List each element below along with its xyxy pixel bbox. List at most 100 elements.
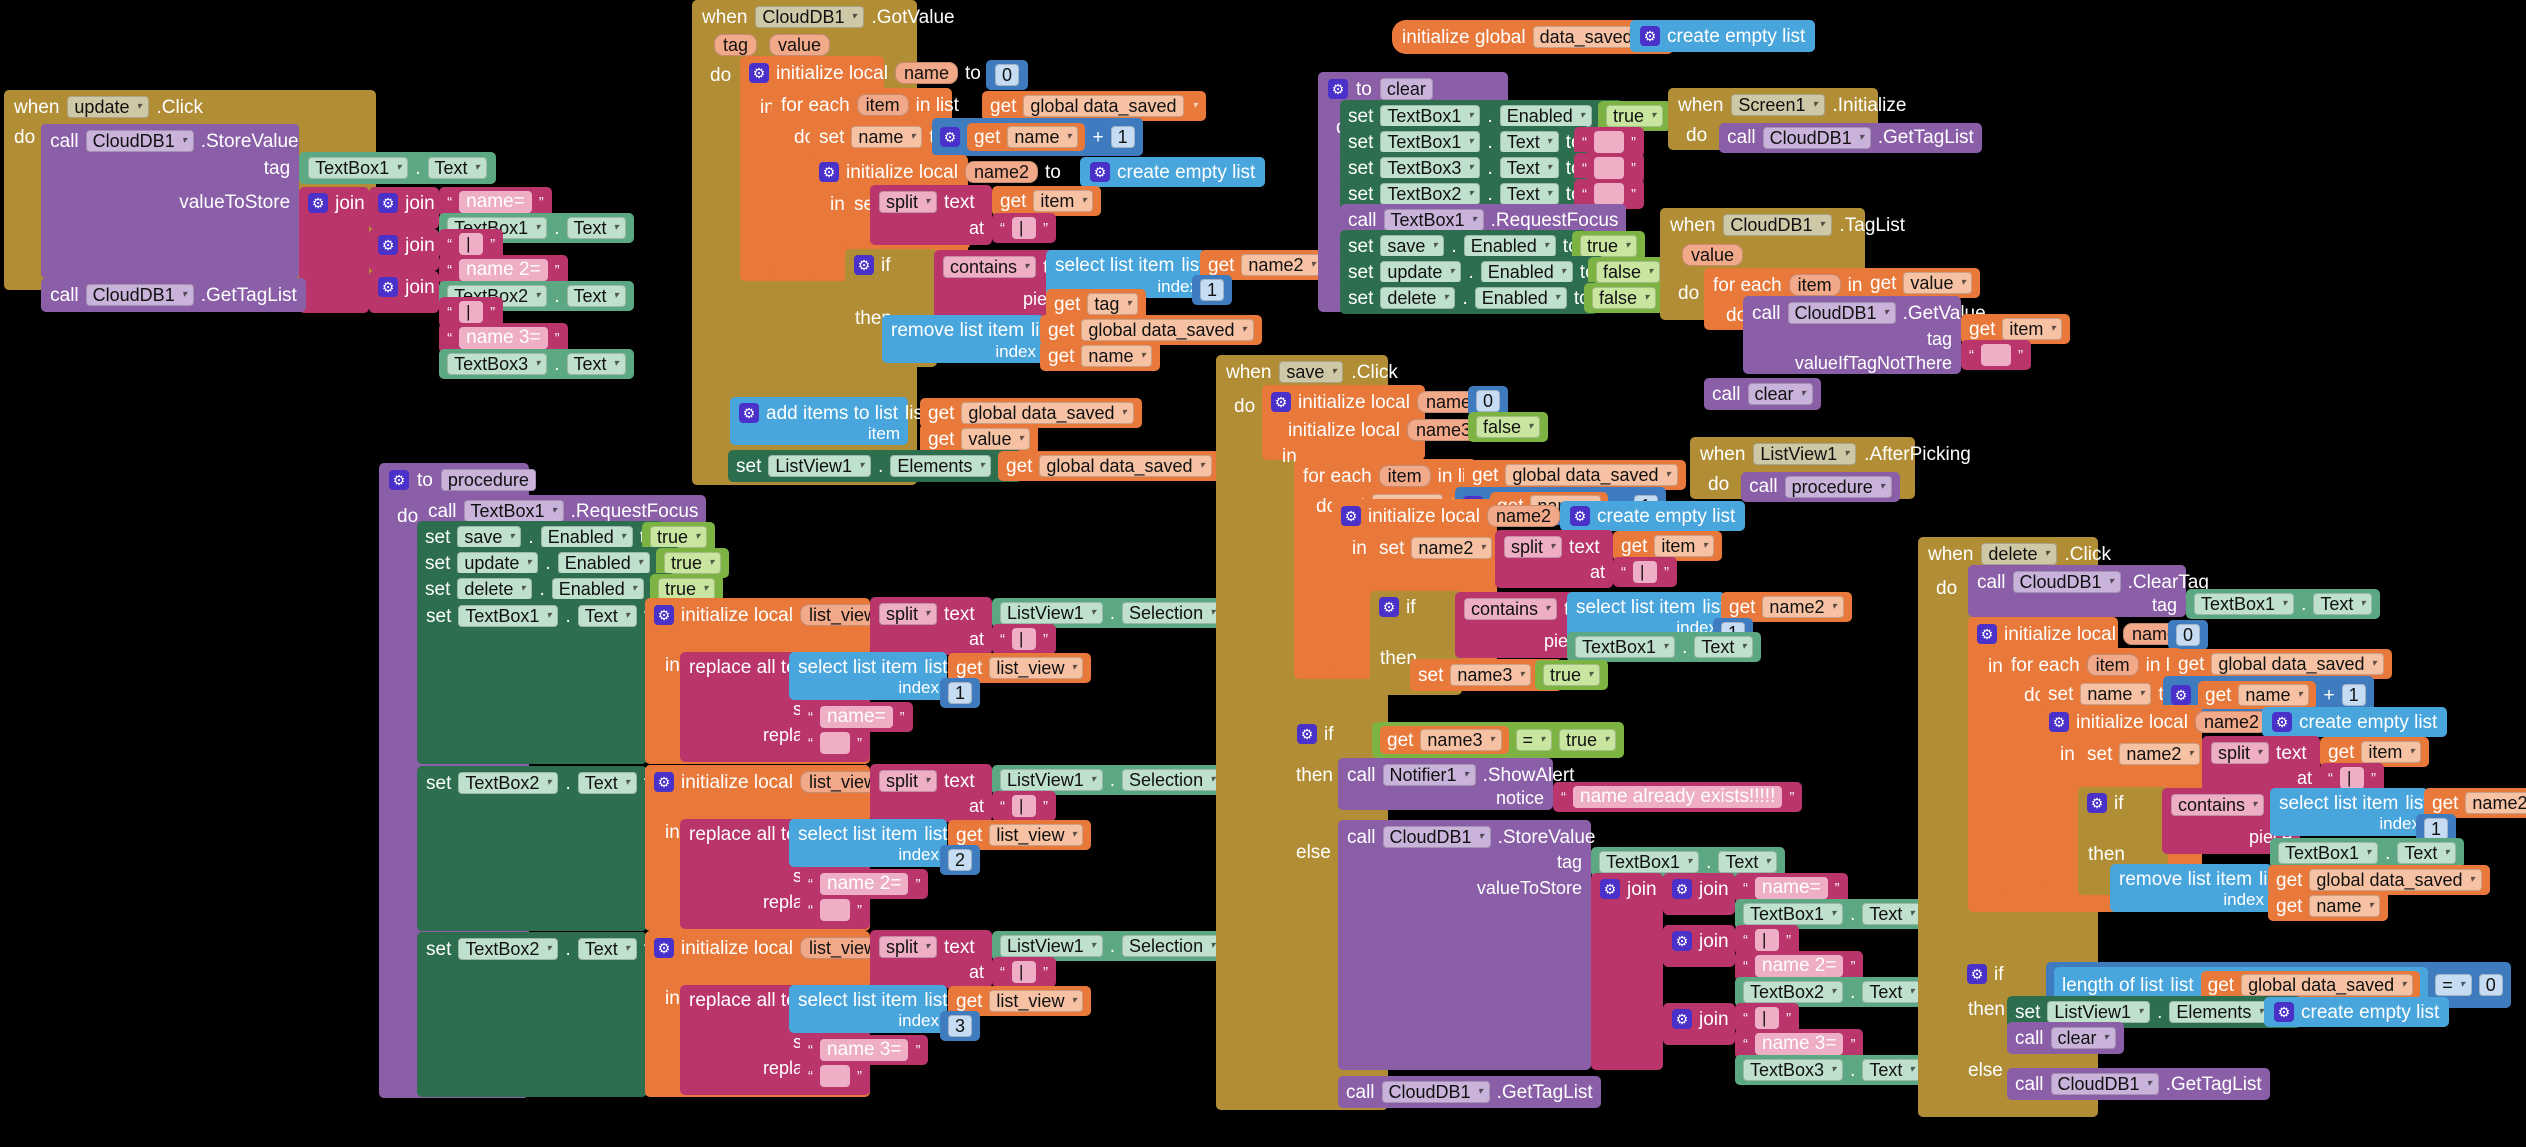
- component-dropdown-textbox3[interactable]: TextBox3 ▾: [447, 353, 548, 375]
- loop-var-field[interactable]: item: [856, 94, 909, 116]
- property-dropdown-text[interactable]: Text ▾: [566, 353, 626, 375]
- procedure-dropdown-procedure[interactable]: procedure ▾: [1784, 475, 1892, 498]
- mutator-gear-icon[interactable]: [1672, 931, 1692, 951]
- component-dropdown-clouddb[interactable]: CloudDB1 ▾: [1382, 826, 1491, 848]
- property-dropdown-elements[interactable]: Elements ▾: [890, 455, 992, 477]
- property-dropdown-enabled[interactable]: Enabled ▾: [557, 552, 650, 574]
- component-dropdown-textbox1[interactable]: TextBox1 ▾: [463, 500, 564, 522]
- component-dropdown-clouddb[interactable]: CloudDB1 ▾: [85, 130, 194, 152]
- block-textbox1-text-getter-piece[interactable]: TextBox1 ▾ . Text ▾: [1567, 632, 1762, 662]
- block-set-name[interactable]: set name▾ to: [810, 120, 945, 155]
- property-dropdown-selection[interactable]: Selection ▾: [1122, 769, 1223, 791]
- block-text-already-exists[interactable]: “name already exists!!!!!”: [1553, 782, 1803, 812]
- component-dropdown-listview1[interactable]: ListView1 ▾: [768, 455, 872, 477]
- number-field[interactable]: 0: [2478, 974, 2503, 996]
- block-call-clouddb-gettaglist-save[interactable]: call CloudDB1 ▾ .GetTagList: [1338, 1076, 1601, 1108]
- block-join-1[interactable]: join: [369, 187, 440, 229]
- variable-dropdown[interactable]: global data_saved ▾: [1039, 455, 1212, 477]
- block-text-pipe-at-3[interactable]: “”: [992, 957, 1056, 987]
- block-set-textbox2-text-replace-3[interactable]: set TextBox2▾ . Text▾ to: [417, 932, 660, 1097]
- local-name-field[interactable]: name: [894, 62, 958, 84]
- comparison-operator-dropdown[interactable]: = ▾: [1515, 729, 1553, 751]
- block-join-2-save[interactable]: join: [1663, 925, 1735, 967]
- variable-dropdown-name[interactable]: name▾: [2080, 683, 2152, 705]
- component-dropdown-textbox1[interactable]: TextBox1 ▾: [458, 605, 559, 627]
- mutator-gear-icon[interactable]: [1090, 162, 1110, 182]
- local-name-field[interactable]: name2: [1486, 505, 1560, 527]
- block-create-empty-list-final[interactable]: create empty list: [2264, 997, 2450, 1027]
- loop-var-field[interactable]: item: [1788, 274, 1841, 296]
- variable-dropdown-name[interactable]: name▾: [1007, 126, 1079, 148]
- split-mode-dropdown[interactable]: split ▾: [879, 603, 938, 625]
- mutator-gear-icon[interactable]: [1967, 964, 1987, 984]
- property-dropdown-enabled[interactable]: Enabled ▾: [1474, 287, 1567, 309]
- variable-dropdown[interactable]: global data_saved ▾: [961, 402, 1134, 424]
- block-textbox3-text-getter-join[interactable]: TextBox3 ▾ . Text ▾: [1735, 1055, 1930, 1085]
- block-text-pipe-at-1[interactable]: “”: [992, 624, 1056, 654]
- mutator-gear-icon[interactable]: [378, 235, 399, 255]
- mutator-gear-icon[interactable]: [1600, 879, 1620, 899]
- mutator-gear-icon[interactable]: [819, 162, 839, 182]
- text-field[interactable]: [1755, 929, 1779, 951]
- block-get-name[interactable]: get name▾: [2198, 681, 2317, 709]
- block-number-one[interactable]: 1: [940, 678, 981, 708]
- block-join-1-save[interactable]: join: [1663, 873, 1735, 915]
- mutator-gear-icon[interactable]: [1570, 506, 1590, 526]
- block-number-three[interactable]: 3: [940, 1011, 981, 1041]
- split-mode-dropdown[interactable]: split ▾: [879, 770, 938, 792]
- component-dropdown-update[interactable]: update ▾: [457, 552, 539, 574]
- block-text-replacement-empty-3[interactable]: “”: [800, 1061, 870, 1091]
- split-mode-dropdown[interactable]: split ▾: [2211, 742, 2270, 764]
- block-equals-comparator[interactable]: get name3 ▾ = ▾ true ▾: [1372, 722, 1625, 758]
- text-field[interactable]: [820, 899, 850, 921]
- property-dropdown-text[interactable]: Text ▾: [2313, 593, 2373, 615]
- loop-var-field[interactable]: item: [2086, 654, 2139, 676]
- mutator-gear-icon[interactable]: [739, 403, 759, 423]
- text-field[interactable]: [1012, 628, 1036, 650]
- text-field[interactable]: name 2=: [1755, 955, 1844, 977]
- block-create-empty-list-delete[interactable]: create empty list: [2262, 707, 2448, 737]
- component-dropdown-clouddb[interactable]: CloudDB1 ▾: [2012, 571, 2121, 593]
- text-field[interactable]: name=: [459, 191, 532, 213]
- variable-dropdown-item[interactable]: item ▾: [1033, 190, 1094, 212]
- boolean-dropdown[interactable]: true ▾: [658, 578, 716, 600]
- mutator-gear-icon[interactable]: [654, 938, 674, 958]
- block-get-name[interactable]: get name▾: [967, 123, 1086, 151]
- block-call-clouddb-getvalue[interactable]: call CloudDB1 ▾ .GetValue tag valueIfTagN…: [1743, 296, 1986, 374]
- mutator-gear-icon[interactable]: [2272, 712, 2292, 732]
- text-field[interactable]: [1594, 183, 1624, 205]
- block-call-clouddb-storevalue-save[interactable]: call CloudDB1 ▾ .StoreValue tag valueToSt…: [1338, 820, 1595, 1070]
- number-field[interactable]: 2: [948, 849, 973, 871]
- property-dropdown-text[interactable]: Text ▾: [1499, 183, 1559, 205]
- number-field[interactable]: 1: [2341, 684, 2366, 706]
- variable-dropdown-tag[interactable]: tag ▾: [1087, 293, 1139, 315]
- boolean-dropdown[interactable]: false ▾: [1592, 287, 1657, 309]
- block-add-items-to-list[interactable]: add items to list list item: [730, 397, 928, 445]
- property-dropdown-text[interactable]: Text ▾: [427, 157, 487, 179]
- variable-dropdown-name2[interactable]: name2▾: [1241, 254, 1323, 276]
- text-field[interactable]: name 3=: [459, 327, 548, 349]
- param-tag[interactable]: tag: [714, 34, 758, 56]
- property-dropdown-selection[interactable]: Selection ▾: [1122, 602, 1223, 624]
- component-dropdown-clouddb[interactable]: CloudDB1 ▾: [755, 6, 864, 28]
- boolean-dropdown[interactable]: true ▾: [664, 552, 722, 574]
- text-field[interactable]: name=: [1755, 877, 1828, 899]
- text-field[interactable]: name=: [820, 706, 893, 728]
- variable-dropdown-name2[interactable]: name2▾: [1411, 537, 1493, 559]
- block-remove-list-item[interactable]: remove list item list index: [882, 315, 1054, 363]
- component-dropdown-delete[interactable]: delete ▾: [1380, 287, 1456, 309]
- component-dropdown-listview1[interactable]: ListView1 ▾: [2047, 1001, 2151, 1023]
- number-field[interactable]: 1: [948, 682, 973, 704]
- block-set-delete-enabled-false[interactable]: set delete ▾ . Enabled ▾ to: [1340, 282, 1598, 314]
- property-dropdown-text[interactable]: Text ▾: [1862, 903, 1922, 925]
- block-create-empty-list[interactable]: create empty list: [1630, 20, 1816, 52]
- mutator-gear-icon[interactable]: [654, 772, 674, 792]
- block-get-global-data-saved[interactable]: get global data_saved ▾: [1464, 460, 1686, 490]
- property-dropdown-text[interactable]: Text ▾: [1499, 131, 1559, 153]
- variable-dropdown[interactable]: global data_saved ▾: [1081, 319, 1254, 341]
- block-number-two[interactable]: 2: [940, 845, 981, 875]
- number-field[interactable]: 0: [2176, 624, 2201, 646]
- text-field[interactable]: name 2=: [820, 873, 909, 895]
- number-field[interactable]: 0: [1476, 390, 1501, 412]
- local-name-field[interactable]: name2: [2194, 711, 2268, 733]
